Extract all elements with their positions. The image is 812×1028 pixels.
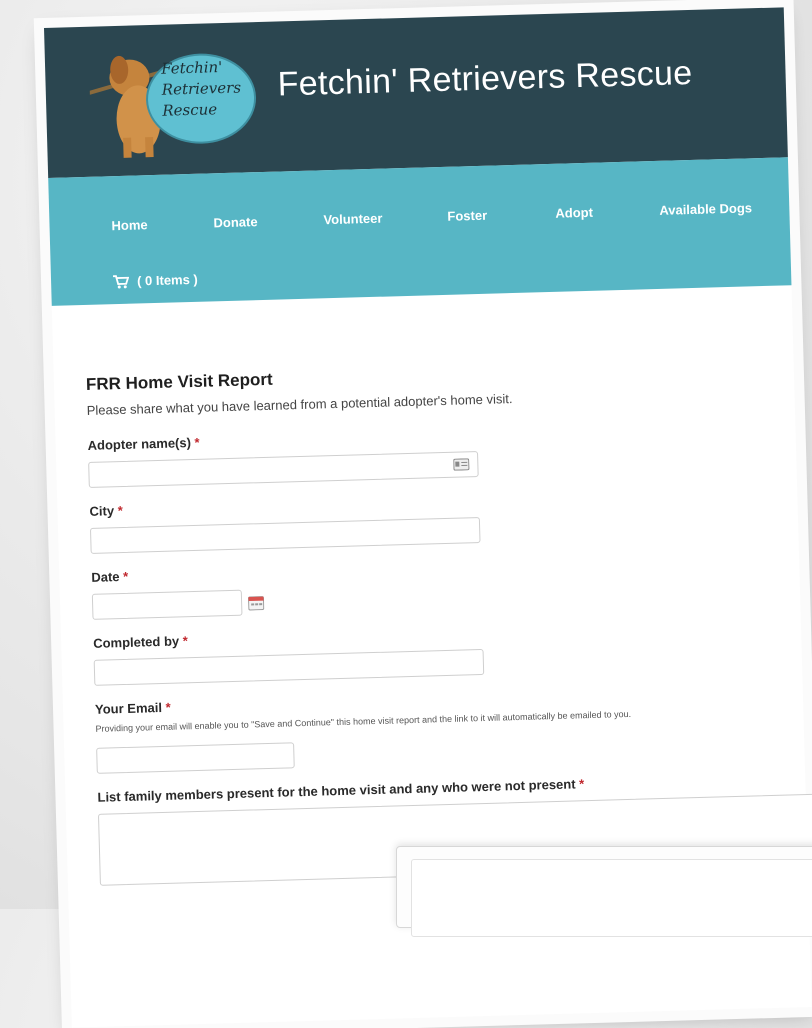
required-asterisk: *: [183, 633, 188, 648]
adopter-field: Adopter name(s) *: [87, 419, 764, 488]
nav-available-dogs[interactable]: Available Dogs: [659, 200, 752, 218]
required-asterisk: *: [165, 700, 170, 715]
completed-by-input[interactable]: [94, 649, 485, 686]
form-content: FRR Home Visit Report Please share what …: [52, 285, 808, 886]
logo-line-1: Fetchin': [161, 57, 241, 80]
required-asterisk: *: [123, 569, 128, 584]
logo-line-2: Retrievers: [161, 78, 241, 101]
nav-home[interactable]: Home: [111, 217, 148, 233]
calendar-icon[interactable]: [248, 595, 264, 610]
logo-text: Fetchin' Retrievers Rescue: [161, 57, 242, 122]
required-asterisk: *: [194, 435, 199, 450]
cart-link[interactable]: ( 0 Items ): [113, 272, 198, 289]
site-logo[interactable]: Fetchin' Retrievers Rescue: [88, 36, 261, 151]
city-label-text: City: [89, 503, 114, 519]
completed-by-label: Completed by *: [93, 617, 769, 651]
cart-icon: [113, 274, 129, 288]
contact-card-icon: [453, 458, 469, 470]
family-label-text: List family members present for the home…: [97, 776, 575, 804]
site-header: Fetchin' Retrievers Rescue Fetchin' Retr…: [44, 7, 788, 178]
required-asterisk: *: [579, 776, 584, 791]
completed-by-field: Completed by *: [93, 617, 770, 686]
nav-foster[interactable]: Foster: [447, 208, 487, 224]
adopter-name-input[interactable]: [88, 451, 479, 488]
city-label: City *: [89, 485, 765, 519]
date-label-text: Date: [91, 569, 120, 585]
main-nav: Home Donate Volunteer Foster Adopt Avail…: [48, 157, 791, 306]
completed-by-label-text: Completed by: [93, 633, 179, 650]
nav-donate[interactable]: Donate: [213, 214, 257, 230]
date-input[interactable]: [92, 590, 243, 620]
nav-adopt[interactable]: Adopt: [555, 205, 593, 221]
city-input[interactable]: [90, 517, 481, 554]
logo-line-3: Rescue: [162, 99, 242, 122]
city-field: City *: [89, 485, 766, 554]
overlay-panel-inner: [411, 859, 812, 937]
date-field: Date *: [91, 551, 768, 620]
email-field: Your Email * Providing your email will e…: [95, 683, 773, 774]
required-asterisk: *: [117, 503, 122, 518]
overlay-panel: [396, 846, 812, 928]
email-input[interactable]: [96, 742, 295, 774]
nav-volunteer[interactable]: Volunteer: [323, 211, 382, 228]
adopter-label: Adopter name(s) *: [87, 419, 763, 453]
adopter-label-text: Adopter name(s): [87, 435, 191, 453]
cart-count: ( 0 Items ): [137, 272, 198, 289]
email-label-text: Your Email: [95, 700, 162, 717]
site-title: Fetchin' Retrievers Rescue: [277, 54, 693, 105]
